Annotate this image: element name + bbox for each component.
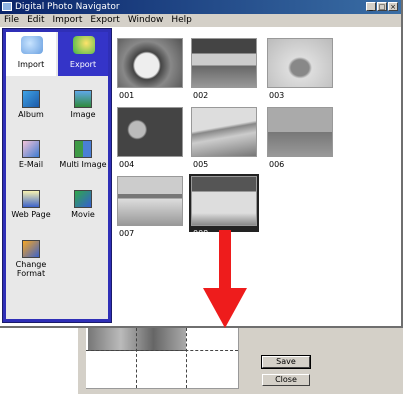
photo-water-ski [191,107,257,157]
album-button[interactable]: Album [6,90,56,119]
menu-file[interactable]: File [0,14,23,27]
photo-dancers [117,176,183,226]
red-arrow-shaft [219,230,231,288]
multi-image-icon [74,140,92,158]
menu-edit[interactable]: Edit [23,14,48,27]
photo-thumbnail[interactable]: 005 [189,105,259,169]
email-button[interactable]: E-Mail [6,140,56,169]
movie-button[interactable]: Movie [58,190,108,219]
grid-divider [186,328,187,388]
menu-help[interactable]: Help [167,14,196,27]
save-button[interactable]: Save [261,355,311,369]
photo-caption: 003 [269,91,285,100]
photo-caption: 004 [119,160,135,169]
tab-import[interactable]: Import [6,32,56,76]
menu-import[interactable]: Import [49,14,87,27]
change-format-label: Change Format [15,260,47,278]
email-icon [22,140,40,158]
main-window: Digital Photo Navigator _ □ × File Edit … [0,0,403,328]
photo-couple [191,38,257,88]
grid-divider [86,350,238,351]
multi-image-button[interactable]: Multi Image [58,140,108,169]
photo-glass [191,176,257,226]
title-bar[interactable]: Digital Photo Navigator _ □ × [0,0,401,14]
red-arrow-head [203,288,247,328]
photo-windsurf [267,107,333,157]
album-label: Album [18,110,44,119]
change-format-button[interactable]: Change Format [6,240,56,278]
export-icon [73,36,95,54]
photo-thumbnail[interactable]: 004 [115,105,185,169]
multi-image-dialog: Save Close [78,328,403,394]
window-title: Digital Photo Navigator [15,2,120,12]
photo-caption: 007 [119,229,135,238]
photo-caption: 006 [269,160,285,169]
close-button[interactable]: Close [262,374,310,386]
menu-bar: File Edit Import Export Window Help [0,14,401,27]
multi-image-label: Multi Image [59,160,107,169]
minimize-button[interactable]: _ [366,2,376,11]
photo-gallery: 001 002 003 004 005 006 007 008 [114,28,401,322]
photo-fruit [117,107,183,157]
grid-divider [136,328,137,388]
sidebar: Import Export Album Image E-Mail Multi I… [2,28,112,323]
web-page-icon [22,190,40,208]
photo-thumbnail[interactable]: 006 [265,105,335,169]
web-page-button[interactable]: Web Page [6,190,56,219]
email-label: E-Mail [18,160,44,169]
close-window-button[interactable]: × [388,2,398,11]
menu-window[interactable]: Window [124,14,168,27]
photo-caption: 005 [193,160,209,169]
menu-export[interactable]: Export [86,14,123,27]
photo-caption: 008 [193,229,209,238]
import-icon [21,36,43,54]
photo-flowers [117,38,183,88]
photo-caption: 001 [119,91,135,100]
placed-photo[interactable] [88,328,186,351]
layout-grid [86,328,239,389]
movie-label: Movie [71,210,95,219]
web-page-label: Web Page [11,210,51,219]
photo-thumbnail-selected[interactable]: 008 [189,174,259,238]
movie-icon [74,190,92,208]
image-button[interactable]: Image [58,90,108,119]
change-format-icon [22,240,40,258]
tab-export-label: Export [69,60,97,69]
photo-caption: 002 [193,91,209,100]
maximize-button[interactable]: □ [377,2,387,11]
photo-thumbnail[interactable]: 001 [115,36,185,100]
app-icon [2,2,12,11]
album-icon [22,90,40,108]
image-label: Image [70,110,96,119]
photo-thumbnail[interactable]: 002 [189,36,259,100]
photo-seashell [267,38,333,88]
tab-export[interactable]: Export [58,32,108,76]
image-icon [74,90,92,108]
photo-thumbnail[interactable]: 007 [115,174,185,238]
tab-import-label: Import [17,60,45,69]
photo-thumbnail[interactable]: 003 [265,36,335,100]
